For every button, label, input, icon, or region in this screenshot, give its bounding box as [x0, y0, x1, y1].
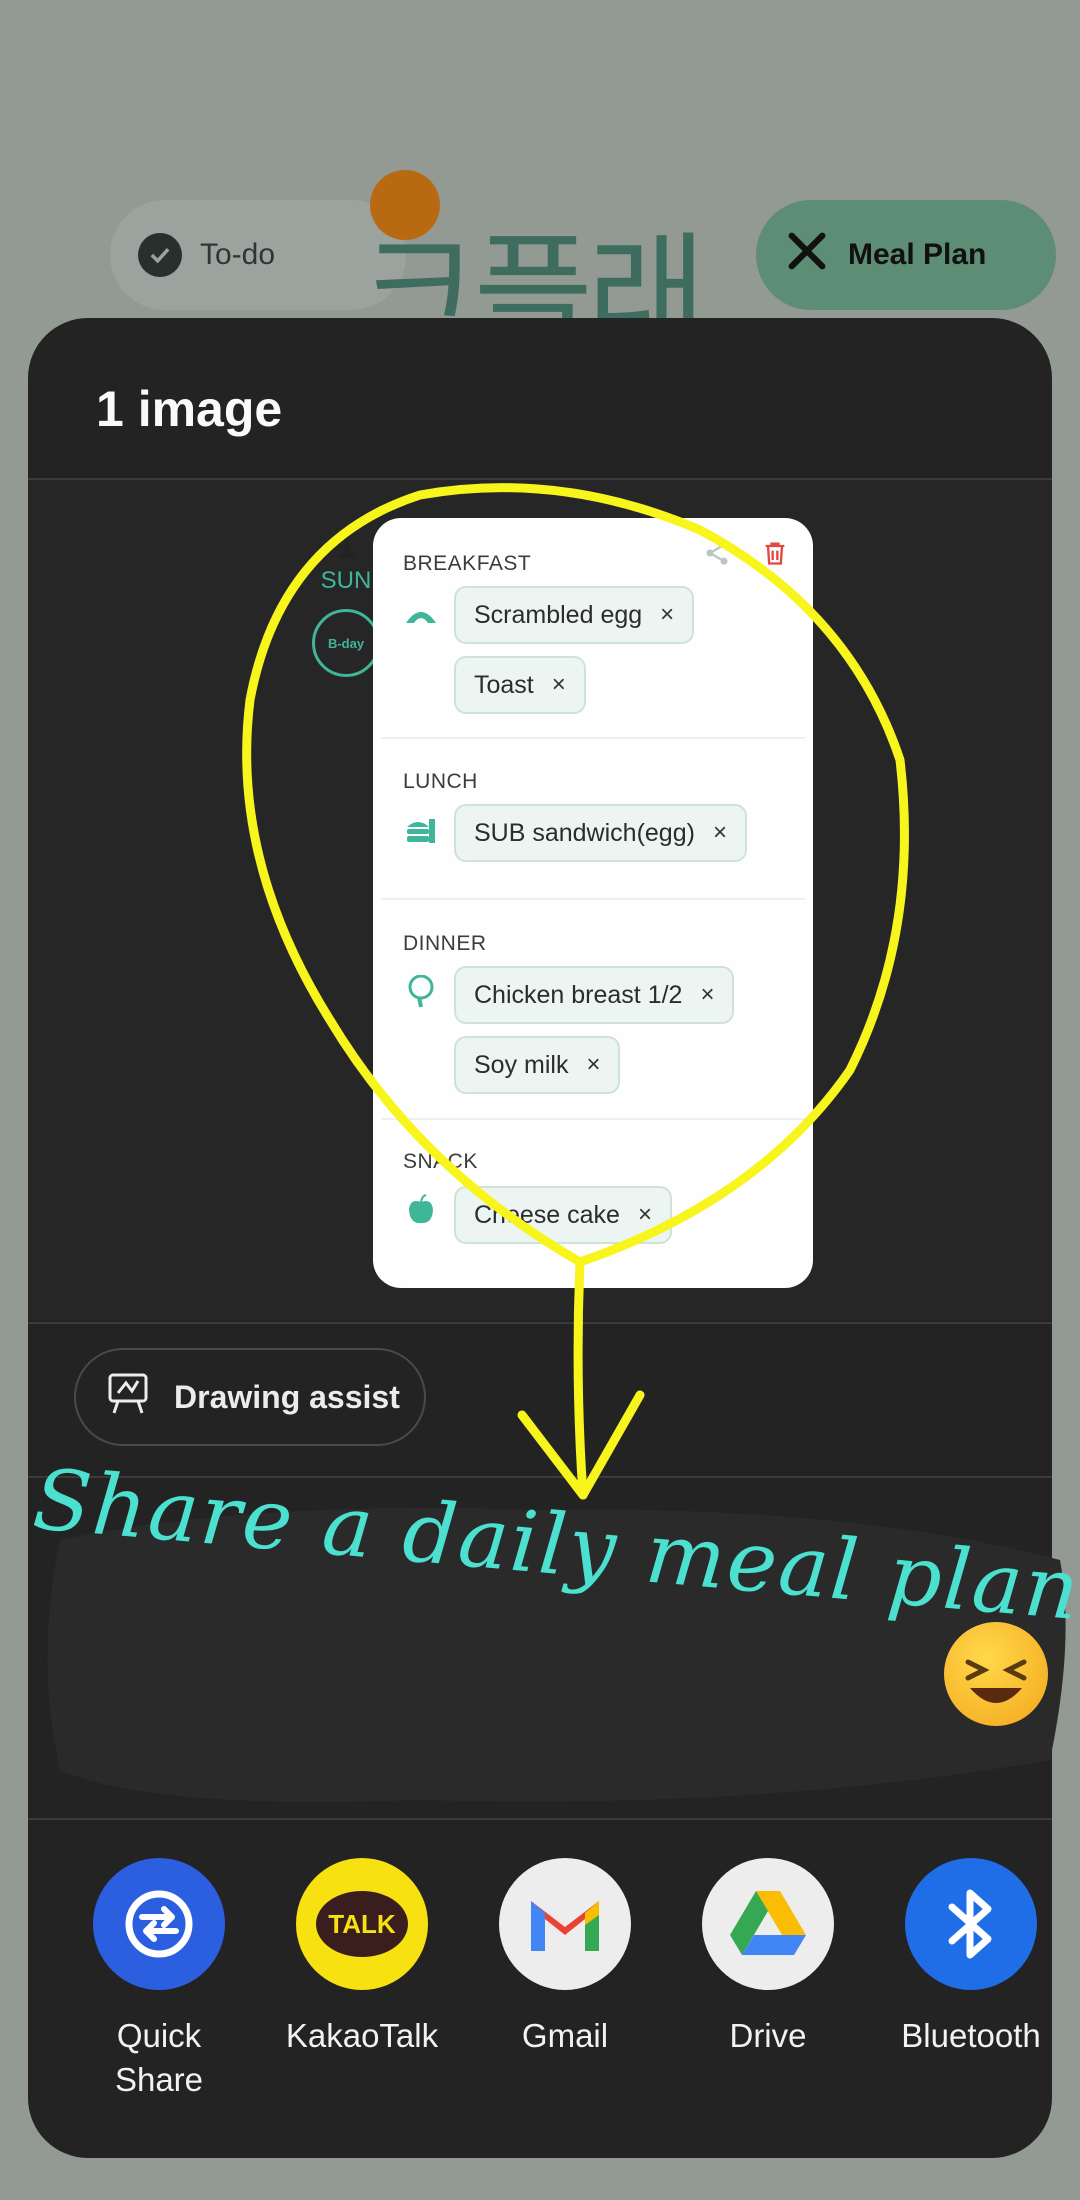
- app-label: Bluetooth: [901, 2017, 1041, 2054]
- app-label: Quick Share: [114, 2017, 204, 2098]
- drawing-easel-icon: [104, 1369, 152, 1425]
- remove-icon[interactable]: ×: [713, 819, 727, 847]
- app-label: Drive: [729, 2017, 807, 2054]
- app-label: KakaoTalk: [285, 2017, 439, 2054]
- quick-share-icon: [93, 1858, 225, 1990]
- app-kakaotalk[interactable]: TALK KakaoTalk: [272, 1858, 452, 2058]
- meal-item-chip[interactable]: Soy milk ×: [454, 1036, 621, 1094]
- section-label: LUNCH: [403, 770, 478, 793]
- drawing-assist-label: Drawing assist: [174, 1378, 400, 1415]
- croissant-icon: [403, 596, 439, 632]
- app-gmail[interactable]: Gmail: [475, 1858, 655, 2058]
- meal-item-label: Chicken breast 1/2: [474, 980, 683, 1009]
- app-label: Gmail: [521, 2017, 609, 2054]
- meal-item-label: Scrambled egg: [474, 600, 643, 629]
- bday-badge: B-day: [312, 609, 380, 677]
- divider: [28, 1476, 1052, 1478]
- app-quick-share[interactable]: Quick Share: [69, 1858, 249, 2102]
- section-label: BREAKFAST: [403, 552, 532, 575]
- remove-icon[interactable]: ×: [586, 1051, 600, 1079]
- trash-icon[interactable]: [761, 538, 789, 573]
- app-logo: 크플래너: [360, 150, 720, 559]
- app-drive[interactable]: Drive: [678, 1858, 858, 2058]
- meal-card: BREAKFAST Scrambled egg × Toast × LUNCH …: [373, 518, 813, 1288]
- chicken-leg-icon: [403, 974, 439, 1010]
- share-sheet: 1 image 1 SUN B-day BREAKFAST Scrambled …: [28, 318, 1052, 2158]
- remove-icon[interactable]: ×: [552, 671, 566, 699]
- section-label: SNACK: [403, 1150, 478, 1173]
- section-divider: [381, 1118, 805, 1120]
- section-divider: [381, 898, 805, 900]
- meal-item-chip[interactable]: Cheese cake ×: [454, 1186, 672, 1244]
- divider: [28, 1818, 1052, 1820]
- meal-item-label: Toast: [474, 670, 534, 699]
- remove-icon[interactable]: ×: [700, 981, 714, 1009]
- divider: [28, 1322, 1052, 1324]
- meal-plan-label: Meal Plan: [848, 238, 987, 271]
- section-label: DINNER: [403, 932, 487, 955]
- meal-item-chip[interactable]: SUB sandwich(egg) ×: [454, 804, 747, 862]
- kakaotalk-icon: TALK: [296, 1858, 428, 1990]
- meal-plan-chip[interactable]: Meal Plan: [756, 200, 1056, 310]
- section-divider: [381, 737, 805, 739]
- meal-item-chip[interactable]: Chicken breast 1/2 ×: [454, 966, 735, 1024]
- remove-icon[interactable]: ×: [638, 1201, 652, 1229]
- meal-item-label: Cheese cake: [474, 1200, 620, 1229]
- meal-item-label: Soy milk: [474, 1050, 569, 1079]
- fork-knife-icon: [784, 228, 830, 282]
- meal-item-chip[interactable]: Toast ×: [454, 656, 586, 714]
- card-actions: [703, 538, 789, 573]
- todo-label: To-do: [200, 238, 276, 271]
- kakao-badge: TALK: [316, 1891, 408, 1957]
- remove-icon[interactable]: ×: [660, 601, 674, 629]
- share-icon[interactable]: [703, 538, 731, 573]
- gmail-icon: [499, 1858, 631, 1990]
- sheet-title: 1 image: [96, 381, 283, 437]
- check-icon: [138, 233, 182, 277]
- bluetooth-icon: [905, 1858, 1037, 1990]
- drawing-assist-button[interactable]: Drawing assist: [74, 1348, 426, 1446]
- burger-drink-icon: [403, 812, 439, 848]
- apple-icon: [403, 1192, 439, 1228]
- meal-item-label: SUB sandwich(egg): [474, 818, 695, 847]
- meal-item-chip[interactable]: Scrambled egg ×: [454, 586, 695, 644]
- drive-icon: [702, 1858, 834, 1990]
- share-targets: Quick Share TALK KakaoTalk Gmail Drive B…: [28, 1858, 1052, 2158]
- app-bluetooth[interactable]: Bluetooth: [881, 1858, 1052, 2058]
